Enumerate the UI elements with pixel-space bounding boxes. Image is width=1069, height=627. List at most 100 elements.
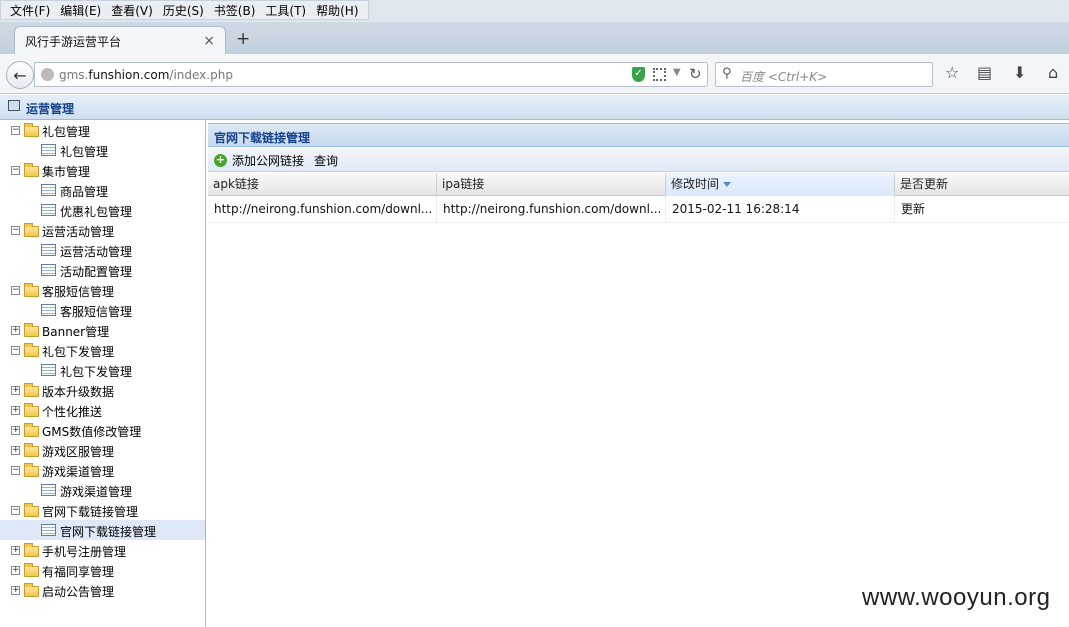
bookmarks-list-icon[interactable]: ▤ — [977, 63, 992, 82]
tree-folder-item[interactable]: + 手机号注册管理 — [0, 540, 205, 560]
dropdown-arrow-icon[interactable]: ▼ — [673, 67, 681, 78]
browser-tab[interactable]: 风行手游运营平台 × — [14, 26, 226, 55]
tree-item-label: 礼包下发管理 — [60, 365, 133, 379]
table-icon — [41, 524, 56, 536]
collapse-icon[interactable]: − — [11, 506, 20, 515]
tree-item-label: 版本升级数据 — [42, 385, 115, 399]
tree-leaf-item[interactable]: 礼包下发管理 — [0, 360, 205, 380]
arrow-left-icon: ← — [13, 65, 27, 85]
panel-title-bar: 官网下载链接管理 — [208, 123, 1069, 147]
tree-item-label: Banner管理 — [42, 325, 110, 339]
back-button[interactable]: ← — [6, 61, 34, 89]
tree-leaf-item[interactable]: 活动配置管理 — [0, 260, 205, 280]
main-panel: 官网下载链接管理 + 添加公网链接 查询 apk链接 ipa链接 修改时间 是否… — [208, 120, 1069, 627]
tree-folder-item[interactable]: − 游戏渠道管理 — [0, 460, 205, 480]
add-link-button[interactable]: + 添加公网链接 — [214, 152, 304, 168]
folder-icon — [24, 503, 39, 517]
menu-history[interactable]: 历史(S) — [158, 2, 209, 19]
column-header-modified-time[interactable]: 修改时间 — [666, 173, 895, 196]
tree-folder-item[interactable]: + 有福同享管理 — [0, 560, 205, 580]
collapse-icon[interactable]: − — [11, 466, 20, 475]
expand-icon[interactable]: + — [11, 386, 20, 395]
expand-icon[interactable]: + — [11, 406, 20, 415]
collapse-icon[interactable]: − — [11, 126, 20, 135]
tree-folder-item[interactable]: + GMS数值修改管理 — [0, 420, 205, 440]
expand-icon[interactable]: + — [11, 426, 20, 435]
folder-icon — [24, 423, 39, 437]
tree-folder-item[interactable]: − 官网下载链接管理 — [0, 500, 205, 520]
reload-icon[interactable]: ↻ — [689, 65, 702, 83]
tree-leaf-item[interactable]: 商品管理 — [0, 180, 205, 200]
home-icon[interactable]: ⌂ — [1048, 63, 1058, 82]
tree-leaf-item[interactable]: 游戏渠道管理 — [0, 480, 205, 500]
expand-icon[interactable]: + — [11, 446, 20, 455]
tree-folder-item[interactable]: + 版本升级数据 — [0, 380, 205, 400]
shield-icon[interactable]: ✓ — [632, 67, 645, 82]
folder-icon — [24, 323, 39, 337]
tree-item-label: 游戏渠道管理 — [42, 465, 115, 479]
close-icon[interactable]: × — [203, 33, 215, 49]
collapse-icon[interactable]: − — [11, 166, 20, 175]
sort-desc-icon — [723, 182, 732, 187]
search-input[interactable]: ⚲ 百度 <Ctrl+K> — [715, 62, 933, 87]
collapse-icon[interactable]: − — [11, 226, 20, 235]
expand-icon[interactable]: + — [11, 566, 20, 575]
table-icon — [41, 364, 56, 376]
menu-view[interactable]: 查看(V) — [106, 2, 158, 19]
tree-folder-item[interactable]: − 礼包下发管理 — [0, 340, 205, 360]
tree-leaf-item[interactable]: 客服短信管理 — [0, 300, 205, 320]
tree-leaf-item[interactable]: 优惠礼包管理 — [0, 200, 205, 220]
folder-icon — [24, 583, 39, 597]
column-header-update[interactable]: 是否更新 — [895, 173, 1069, 196]
new-tab-icon[interactable]: + — [236, 29, 250, 49]
tree-item-label: 有福同享管理 — [42, 565, 115, 579]
query-label: 查询 — [314, 153, 339, 168]
menu-help[interactable]: 帮助(H) — [311, 2, 363, 19]
tab-bar: 风行手游运营平台 × + — [0, 22, 1069, 55]
table-icon — [41, 484, 56, 496]
tree-folder-item[interactable]: + 启动公告管理 — [0, 580, 205, 600]
menu-tools[interactable]: 工具(T) — [260, 2, 311, 19]
tree-folder-item[interactable]: − 运营活动管理 — [0, 220, 205, 240]
menu-file[interactable]: 文件(F) — [5, 2, 55, 19]
expand-icon[interactable]: + — [11, 546, 20, 555]
sidebar-tree: − 礼包管理 礼包管理 − 集市管理 商品管理优惠礼包管理 − 运营活动管理 运营活动管理活动配… — [0, 120, 206, 627]
tree-folder-item[interactable]: + 游戏区服管理 — [0, 440, 205, 460]
tree-item-label: 优惠礼包管理 — [60, 205, 133, 219]
expand-icon[interactable]: + — [11, 326, 20, 335]
tree-leaf-item[interactable]: 运营活动管理 — [0, 240, 205, 260]
column-header-apk[interactable]: apk链接 — [208, 173, 437, 196]
table-row[interactable]: http://neirong.funshion.com/downl... htt… — [208, 196, 1069, 223]
menu-bookmarks[interactable]: 书签(B) — [209, 2, 261, 19]
tree-leaf-item[interactable]: 礼包管理 — [0, 140, 205, 160]
cell-ipa-link: http://neirong.funshion.com/downl... — [437, 196, 666, 223]
table-icon — [41, 304, 56, 316]
expand-icon[interactable]: + — [11, 586, 20, 595]
folder-icon — [24, 223, 39, 237]
tree-folder-item[interactable]: − 集市管理 — [0, 160, 205, 180]
bookmark-star-icon[interactable]: ☆ — [945, 63, 959, 82]
watermark: www.wooyun.org — [862, 584, 1051, 611]
collapse-icon[interactable]: − — [11, 286, 20, 295]
tree-leaf-item[interactable]: 官网下载链接管理 — [0, 520, 205, 540]
tree-item-label: 活动配置管理 — [60, 265, 133, 279]
url-bar[interactable]: gms.funshion.com/index.php ✓ ▼ ↻ — [34, 62, 708, 87]
tab-title: 风行手游运营平台 — [25, 34, 122, 49]
qr-code-icon[interactable] — [653, 68, 666, 81]
search-placeholder: 百度 <Ctrl+K> — [740, 70, 828, 84]
tree-folder-item[interactable]: + Banner管理 — [0, 320, 205, 340]
add-icon: + — [214, 152, 227, 167]
tree-item-label: 运营活动管理 — [42, 225, 115, 239]
query-button[interactable]: 查询 — [314, 152, 338, 168]
download-icon[interactable]: ⬇ — [1013, 63, 1026, 82]
table-icon — [41, 184, 56, 196]
collapse-icon[interactable]: − — [11, 346, 20, 355]
column-header-ipa[interactable]: ipa链接 — [437, 173, 666, 196]
cell-update-flag: 更新 — [901, 202, 926, 216]
tree-folder-item[interactable]: + 个性化推送 — [0, 400, 205, 420]
tree-item-label: 官网下载链接管理 — [42, 505, 139, 519]
tree-folder-item[interactable]: − 礼包管理 — [0, 120, 205, 140]
folder-icon — [24, 383, 39, 397]
tree-folder-item[interactable]: − 客服短信管理 — [0, 280, 205, 300]
menu-edit[interactable]: 编辑(E) — [55, 2, 106, 19]
